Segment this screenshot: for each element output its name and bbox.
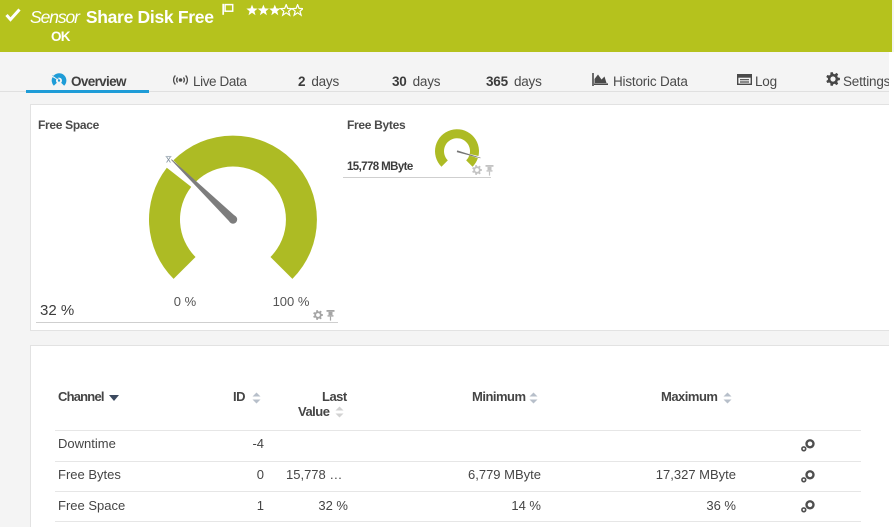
svg-text:x̅: x̅: [165, 155, 171, 166]
